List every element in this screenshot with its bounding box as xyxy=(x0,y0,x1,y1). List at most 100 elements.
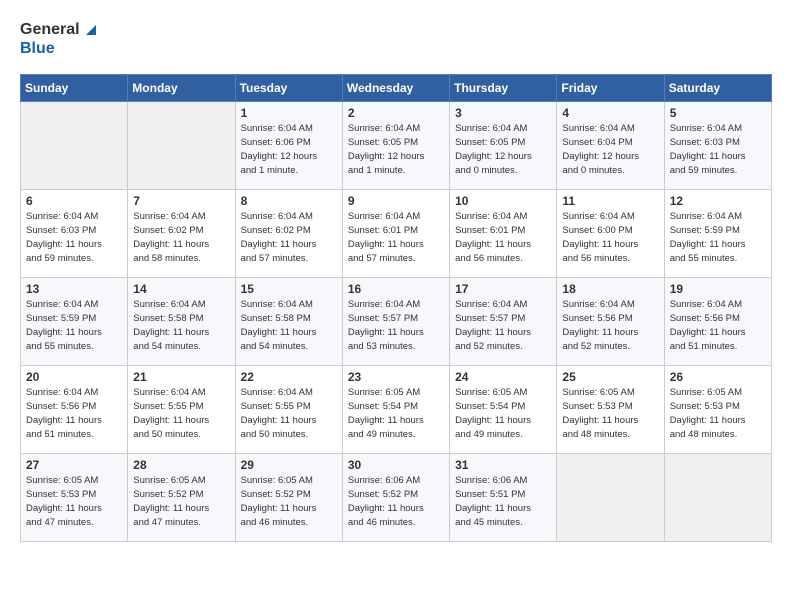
calendar-cell xyxy=(664,454,771,542)
logo-text: General Blue xyxy=(20,20,96,58)
day-number: 11 xyxy=(562,194,658,208)
day-number: 17 xyxy=(455,282,551,296)
day-number: 27 xyxy=(26,458,122,472)
calendar-cell: 19 Sunrise: 6:04 AM Sunset: 5:56 PM Dayli… xyxy=(664,278,771,366)
day-info: Sunrise: 6:04 AM Sunset: 6:05 PM Dayligh… xyxy=(348,122,444,177)
day-number: 25 xyxy=(562,370,658,384)
column-header-tuesday: Tuesday xyxy=(235,75,342,102)
week-row-1: 1Sunrise: 6:04 AM Sunset: 6:06 PM Daylig… xyxy=(21,102,772,190)
header-row: SundayMondayTuesdayWednesdayThursdayFrid… xyxy=(21,75,772,102)
day-number: 7 xyxy=(133,194,229,208)
day-number: 6 xyxy=(26,194,122,208)
calendar-cell: 8 Sunrise: 6:04 AM Sunset: 6:02 PM Daylig… xyxy=(235,190,342,278)
calendar-cell: 22Sunrise: 6:04 AM Sunset: 5:55 PM Dayli… xyxy=(235,366,342,454)
day-info: Sunrise: 6:04 AM Sunset: 6:04 PM Dayligh… xyxy=(562,122,658,177)
calendar-cell: 5 Sunrise: 6:04 AM Sunset: 6:03 PM Daylig… xyxy=(664,102,771,190)
calendar-cell: 21 Sunrise: 6:04 AM Sunset: 5:55 PM Dayli… xyxy=(128,366,235,454)
day-number: 5 xyxy=(670,106,766,120)
calendar-cell: 13 Sunrise: 6:04 AM Sunset: 5:59 PM Dayli… xyxy=(21,278,128,366)
day-info: Sunrise: 6:06 AM Sunset: 5:52 PM Dayligh… xyxy=(348,474,444,529)
calendar-cell: 18 Sunrise: 6:04 AM Sunset: 5:56 PM Dayli… xyxy=(557,278,664,366)
calendar-cell: 6 Sunrise: 6:04 AM Sunset: 6:03 PM Daylig… xyxy=(21,190,128,278)
calendar-cell: 20Sunrise: 6:04 AM Sunset: 5:56 PM Dayli… xyxy=(21,366,128,454)
calendar-cell: 31Sunrise: 6:06 AM Sunset: 5:51 PM Dayli… xyxy=(450,454,557,542)
day-number: 29 xyxy=(241,458,337,472)
calendar-cell: 25 Sunrise: 6:05 AM Sunset: 5:53 PM Dayli… xyxy=(557,366,664,454)
calendar-cell xyxy=(128,102,235,190)
day-number: 18 xyxy=(562,282,658,296)
day-number: 28 xyxy=(133,458,229,472)
calendar-cell: 16 Sunrise: 6:04 AM Sunset: 5:57 PM Dayli… xyxy=(342,278,449,366)
day-number: 12 xyxy=(670,194,766,208)
calendar-cell: 29 Sunrise: 6:05 AM Sunset: 5:52 PM Dayli… xyxy=(235,454,342,542)
calendar-cell: 30Sunrise: 6:06 AM Sunset: 5:52 PM Dayli… xyxy=(342,454,449,542)
day-info: Sunrise: 6:04 AM Sunset: 5:59 PM Dayligh… xyxy=(26,298,122,353)
day-number: 15 xyxy=(241,282,337,296)
day-number: 19 xyxy=(670,282,766,296)
day-number: 8 xyxy=(241,194,337,208)
calendar-cell: 14 Sunrise: 6:04 AM Sunset: 5:58 PM Dayli… xyxy=(128,278,235,366)
day-info: Sunrise: 6:04 AM Sunset: 5:57 PM Dayligh… xyxy=(455,298,551,353)
day-info: Sunrise: 6:05 AM Sunset: 5:52 PM Dayligh… xyxy=(133,474,229,529)
day-info: Sunrise: 6:04 AM Sunset: 5:57 PM Dayligh… xyxy=(348,298,444,353)
day-info: Sunrise: 6:04 AM Sunset: 5:58 PM Dayligh… xyxy=(133,298,229,353)
week-row-2: 6 Sunrise: 6:04 AM Sunset: 6:03 PM Daylig… xyxy=(21,190,772,278)
day-info: Sunrise: 6:04 AM Sunset: 6:02 PM Dayligh… xyxy=(241,210,337,265)
day-info: Sunrise: 6:04 AM Sunset: 6:03 PM Dayligh… xyxy=(26,210,122,265)
day-number: 24 xyxy=(455,370,551,384)
column-header-sunday: Sunday xyxy=(21,75,128,102)
column-header-friday: Friday xyxy=(557,75,664,102)
day-info: Sunrise: 6:04 AM Sunset: 5:55 PM Dayligh… xyxy=(133,386,229,441)
calendar-cell: 9Sunrise: 6:04 AM Sunset: 6:01 PM Daylig… xyxy=(342,190,449,278)
day-number: 13 xyxy=(26,282,122,296)
day-info: Sunrise: 6:04 AM Sunset: 5:56 PM Dayligh… xyxy=(562,298,658,353)
day-number: 14 xyxy=(133,282,229,296)
day-info: Sunrise: 6:05 AM Sunset: 5:54 PM Dayligh… xyxy=(348,386,444,441)
calendar-cell: 11 Sunrise: 6:04 AM Sunset: 6:00 PM Dayli… xyxy=(557,190,664,278)
calendar-cell: 3 Sunrise: 6:04 AM Sunset: 6:05 PM Daylig… xyxy=(450,102,557,190)
column-header-thursday: Thursday xyxy=(450,75,557,102)
day-number: 16 xyxy=(348,282,444,296)
column-header-wednesday: Wednesday xyxy=(342,75,449,102)
calendar-cell xyxy=(557,454,664,542)
calendar-cell: 12 Sunrise: 6:04 AM Sunset: 5:59 PM Dayli… xyxy=(664,190,771,278)
calendar-cell: 1Sunrise: 6:04 AM Sunset: 6:06 PM Daylig… xyxy=(235,102,342,190)
day-info: Sunrise: 6:04 AM Sunset: 5:55 PM Dayligh… xyxy=(241,386,337,441)
calendar-cell: 17 Sunrise: 6:04 AM Sunset: 5:57 PM Dayli… xyxy=(450,278,557,366)
column-header-monday: Monday xyxy=(128,75,235,102)
day-info: Sunrise: 6:04 AM Sunset: 6:00 PM Dayligh… xyxy=(562,210,658,265)
day-number: 2 xyxy=(348,106,444,120)
day-info: Sunrise: 6:05 AM Sunset: 5:52 PM Dayligh… xyxy=(241,474,337,529)
day-info: Sunrise: 6:06 AM Sunset: 5:51 PM Dayligh… xyxy=(455,474,551,529)
day-info: Sunrise: 6:04 AM Sunset: 5:59 PM Dayligh… xyxy=(670,210,766,265)
day-number: 21 xyxy=(133,370,229,384)
day-number: 26 xyxy=(670,370,766,384)
day-number: 3 xyxy=(455,106,551,120)
day-info: Sunrise: 6:04 AM Sunset: 6:06 PM Dayligh… xyxy=(241,122,337,177)
week-row-3: 13 Sunrise: 6:04 AM Sunset: 5:59 PM Dayli… xyxy=(21,278,772,366)
day-info: Sunrise: 6:05 AM Sunset: 5:53 PM Dayligh… xyxy=(670,386,766,441)
calendar-cell: 28 Sunrise: 6:05 AM Sunset: 5:52 PM Dayli… xyxy=(128,454,235,542)
calendar-cell: 26 Sunrise: 6:05 AM Sunset: 5:53 PM Dayli… xyxy=(664,366,771,454)
day-info: Sunrise: 6:05 AM Sunset: 5:54 PM Dayligh… xyxy=(455,386,551,441)
calendar-cell: 24 Sunrise: 6:05 AM Sunset: 5:54 PM Dayli… xyxy=(450,366,557,454)
logo: General Blue xyxy=(20,20,96,58)
day-info: Sunrise: 6:04 AM Sunset: 5:58 PM Dayligh… xyxy=(241,298,337,353)
calendar-cell: 15 Sunrise: 6:04 AM Sunset: 5:58 PM Dayli… xyxy=(235,278,342,366)
day-number: 4 xyxy=(562,106,658,120)
day-info: Sunrise: 6:04 AM Sunset: 5:56 PM Dayligh… xyxy=(670,298,766,353)
day-info: Sunrise: 6:05 AM Sunset: 5:53 PM Dayligh… xyxy=(26,474,122,529)
calendar-cell: 10Sunrise: 6:04 AM Sunset: 6:01 PM Dayli… xyxy=(450,190,557,278)
day-info: Sunrise: 6:04 AM Sunset: 6:01 PM Dayligh… xyxy=(348,210,444,265)
day-info: Sunrise: 6:05 AM Sunset: 5:53 PM Dayligh… xyxy=(562,386,658,441)
day-number: 20 xyxy=(26,370,122,384)
page-header: General Blue xyxy=(20,20,772,58)
calendar-cell: 4 Sunrise: 6:04 AM Sunset: 6:04 PM Daylig… xyxy=(557,102,664,190)
day-number: 10 xyxy=(455,194,551,208)
column-header-saturday: Saturday xyxy=(664,75,771,102)
calendar-cell: 23 Sunrise: 6:05 AM Sunset: 5:54 PM Dayli… xyxy=(342,366,449,454)
day-info: Sunrise: 6:04 AM Sunset: 6:05 PM Dayligh… xyxy=(455,122,551,177)
day-number: 23 xyxy=(348,370,444,384)
day-info: Sunrise: 6:04 AM Sunset: 6:03 PM Dayligh… xyxy=(670,122,766,177)
calendar-cell: 27 Sunrise: 6:05 AM Sunset: 5:53 PM Dayli… xyxy=(21,454,128,542)
